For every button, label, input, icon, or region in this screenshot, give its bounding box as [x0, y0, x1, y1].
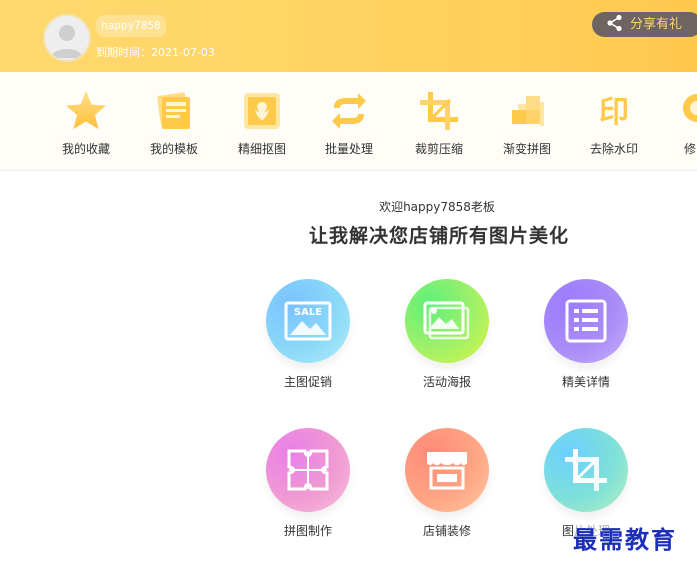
- storefront-icon: [427, 452, 467, 490]
- header-bar: happy7858 到期时间：2021-07-03 分享有礼: [0, 0, 697, 72]
- feature-circle: [544, 279, 628, 363]
- tool-bar: 我的收藏 我的模板 精细抠图 批量处理 裁剪压缩 渐变拼图 印 去除水印 修: [0, 72, 697, 171]
- cutout-icon: [244, 93, 280, 129]
- feature-circle: [405, 428, 489, 512]
- tool-cutout[interactable]: 精细抠图: [222, 88, 302, 168]
- feature-store-decoration[interactable]: 店铺装修: [392, 428, 502, 539]
- share-label: 分享有礼: [630, 17, 683, 32]
- svg-text:印: 印: [599, 95, 629, 130]
- avatar[interactable]: [43, 14, 91, 62]
- tool-gradient-puzzle[interactable]: 渐变拼图: [487, 88, 567, 168]
- tool-batch[interactable]: 批量处理: [309, 88, 389, 168]
- tool-templates[interactable]: 我的模板: [134, 88, 214, 168]
- feature-circle: [266, 428, 350, 512]
- feature-label: 拼图制作: [283, 524, 332, 538]
- retouch-icon: [683, 94, 697, 122]
- tool-remove-watermark[interactable]: 印 去除水印: [574, 88, 654, 168]
- image-crop-icon: [565, 449, 607, 491]
- tool-retouch[interactable]: 修图: [656, 88, 697, 168]
- tool-label: 去除水印: [589, 142, 638, 156]
- feature-collage[interactable]: 拼图制作: [253, 428, 363, 539]
- feature-circle: [544, 428, 628, 512]
- crop-icon: [420, 92, 458, 130]
- feature-event-poster[interactable]: 活动海报: [392, 279, 502, 390]
- feature-fine-detail[interactable]: 精美详情: [531, 279, 641, 390]
- user-silhouette-icon: [51, 25, 83, 58]
- watermark-icon: 印: [599, 95, 629, 130]
- feature-label: 活动海报: [422, 375, 471, 389]
- feature-circle: [405, 279, 489, 363]
- tool-favorites[interactable]: 我的收藏: [46, 88, 126, 168]
- tool-label: 批量处理: [324, 142, 373, 156]
- welcome-text: 欢迎happy7858老板: [379, 200, 495, 214]
- watermark-text: 最需教育: [573, 520, 677, 555]
- batch-icon: [332, 93, 366, 129]
- page-slogan: 让我解决您店铺所有图片美化: [308, 225, 569, 247]
- jigsaw-icon: [287, 449, 329, 491]
- share-button[interactable]: 分享有礼: [592, 12, 697, 37]
- tool-label: 我的模板: [149, 142, 198, 156]
- feature-label: 店铺装修: [422, 524, 471, 538]
- feature-circle: SALE: [266, 279, 350, 363]
- poster-icon: [423, 301, 470, 340]
- detail-list-icon: [565, 299, 607, 343]
- tool-label: 渐变拼图: [502, 142, 551, 156]
- sale-image-icon: SALE: [284, 301, 332, 341]
- sale-badge: SALE: [294, 307, 322, 318]
- tool-crop[interactable]: 裁剪压缩: [399, 88, 479, 168]
- tool-label: 我的收藏: [61, 142, 110, 156]
- username-badge: happy7858: [96, 15, 166, 37]
- expiry-date: 到期时间：2021-07-03: [96, 46, 215, 59]
- puzzle-icon: [512, 96, 544, 126]
- tool-label: 裁剪压缩: [414, 142, 463, 156]
- tool-label: 精细抠图: [237, 142, 286, 156]
- template-icon: [157, 92, 190, 129]
- feature-label: 主图促销: [283, 375, 332, 389]
- star-icon: [66, 91, 106, 129]
- share-icon: [607, 14, 622, 32]
- feature-main-image-promo[interactable]: SALE 主图促销: [253, 279, 363, 390]
- tool-label: 修图: [683, 142, 697, 156]
- feature-label: 精美详情: [561, 375, 610, 389]
